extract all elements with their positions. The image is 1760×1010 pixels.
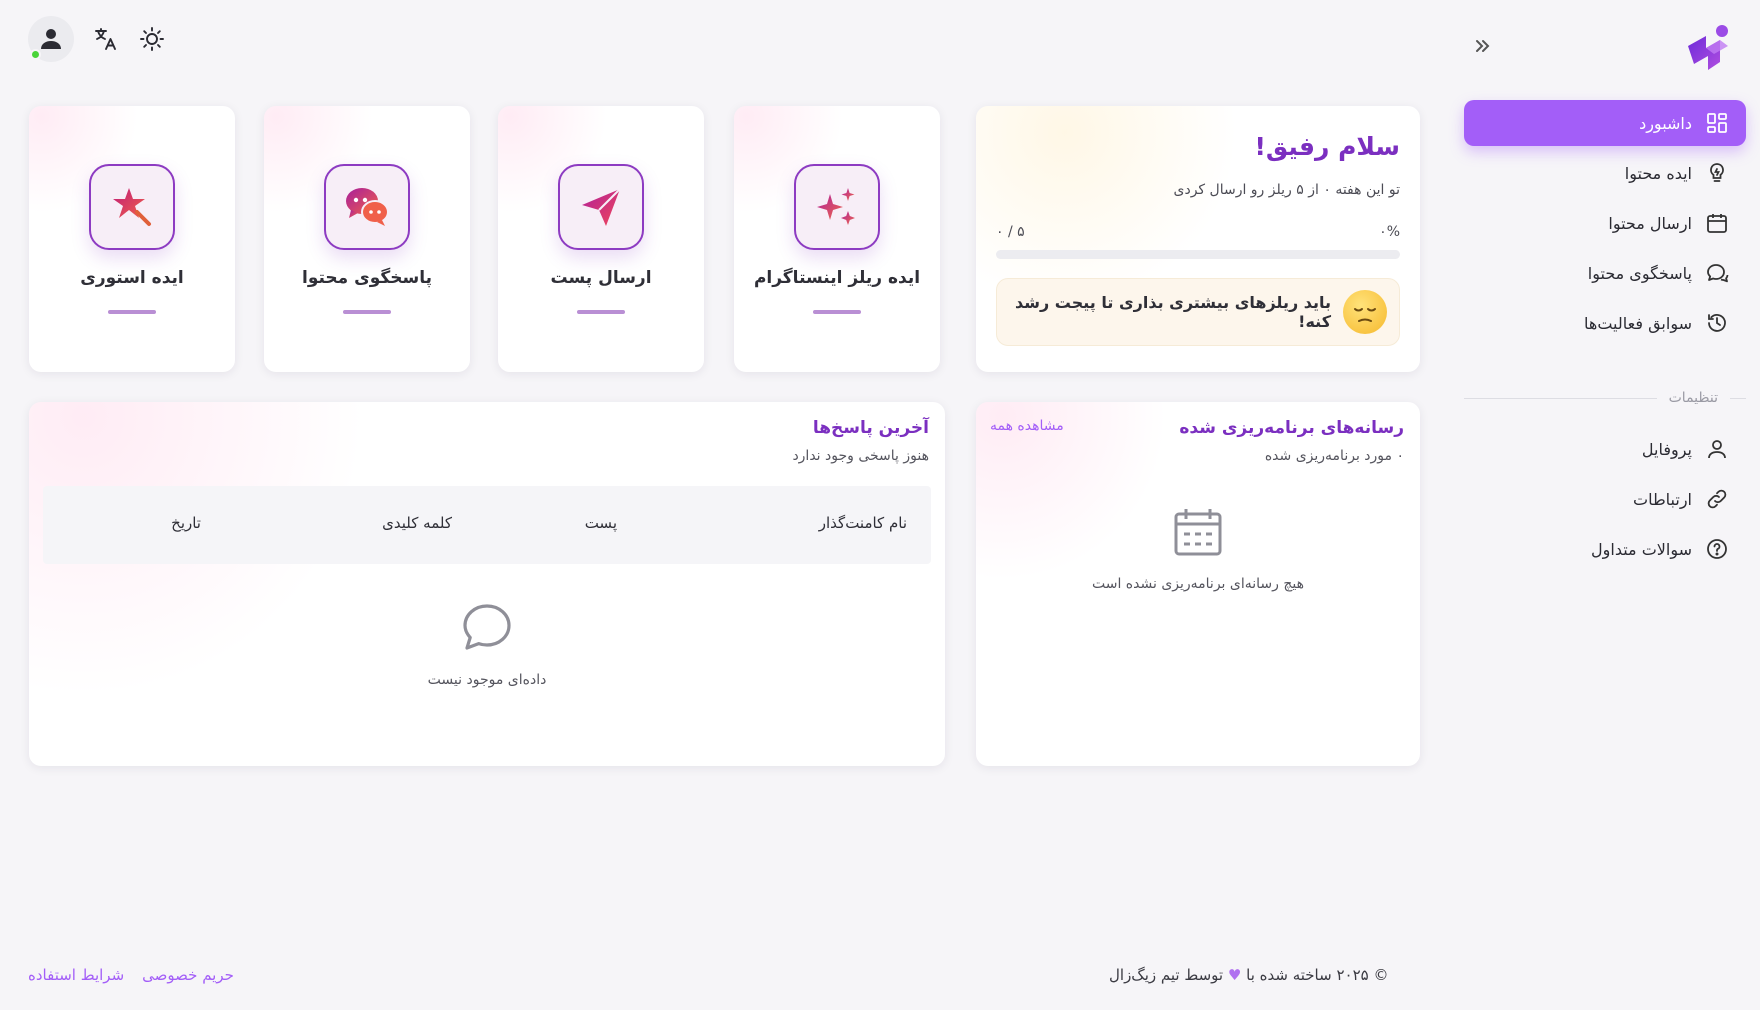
dashboard-grid-icon	[1704, 110, 1730, 136]
sidebar-item-label: پروفایل	[1641, 439, 1692, 459]
progress-percent: ۰%	[1379, 224, 1400, 240]
panel-subtitle: هنوز پاسخی وجود ندارد	[792, 448, 929, 464]
quick-action-story-idea[interactable]: ایده استوری	[29, 106, 235, 372]
settings-section-header: تنظیمات	[1464, 388, 1746, 408]
panel-subtitle: ۰ مورد برنامه‌ریزی شده	[1264, 448, 1404, 464]
greeting-subtitle: تو این هفته ۰ از ۵ ریلز رو ارسال کردی	[1173, 182, 1401, 198]
table-header: نام کامنت‌گذار پست کلمه کلیدی تاریخ	[43, 486, 931, 564]
column-header[interactable]: کلمه کلیدی	[382, 514, 452, 532]
calendar-icon	[1174, 509, 1222, 556]
sidebar-item-faq[interactable]: سوالات متداول	[1464, 526, 1746, 572]
sidebar-item-content-idea[interactable]: ایده محتوا	[1464, 150, 1746, 196]
sidebar-item-send-content[interactable]: ارسال محتوا	[1464, 200, 1746, 246]
quick-action-label: ایده ریلز اینستاگرام	[753, 268, 921, 288]
empty-state: داده‌ای موجود نیست	[29, 602, 945, 688]
user-icon	[1704, 436, 1730, 462]
weekly-progress-card: سلام رفیق! تو این هفته ۰ از ۵ ریلز رو ار…	[976, 106, 1420, 372]
progress-count: ۰ / ۵	[996, 224, 1025, 240]
sidebar-item-label: ارتباطات	[1633, 489, 1692, 509]
empty-message: هیچ رسانه‌ای برنامه‌ریزی نشده است	[1091, 576, 1305, 592]
main-nav: داشبورد ایده محتوا ارسال محتوا پاسخگوی م…	[1464, 100, 1746, 350]
divider	[1464, 397, 1657, 399]
link-icon	[1704, 486, 1730, 512]
quick-action-send-post[interactable]: ارسال پست	[498, 106, 704, 372]
terms-link[interactable]: شرایط استفاده	[28, 966, 124, 984]
sidebar-item-label: سوابق فعالیت‌ها	[1584, 313, 1692, 333]
help-circle-icon	[1704, 536, 1730, 562]
footer-links: حریم خصوصی شرایط استفاده	[28, 966, 234, 984]
copyright-team: توسط تیم زیگ‌زال	[1109, 966, 1224, 984]
lightbulb-icon	[1704, 160, 1730, 186]
online-status-dot	[30, 49, 41, 60]
section-label: تنظیمات	[1668, 390, 1718, 406]
quick-action-underline	[108, 310, 156, 314]
history-icon	[1704, 310, 1730, 336]
progress-labels: ۰% ۰ / ۵	[996, 224, 1400, 240]
empty-state: هیچ رسانه‌ای برنامه‌ریزی نشده است	[976, 506, 1420, 592]
sidebar-item-label: پاسخگوی محتوا	[1587, 263, 1692, 283]
user-avatar[interactable]	[28, 16, 74, 62]
column-header[interactable]: پست	[585, 514, 617, 532]
sidebar-item-label: ایده محتوا	[1624, 163, 1692, 183]
chat-bubbles-icon	[324, 164, 410, 250]
latest-responses-panel: آخرین پاسخ‌ها هنوز پاسخی وجود ندارد نام …	[29, 402, 945, 766]
progress-alert: باید ریلزهای بیشتری بذاری تا پیجت رشد کن…	[996, 278, 1400, 346]
greeting-title: سلام رفیق!	[1254, 132, 1401, 161]
sidebar-item-dashboard[interactable]: داشبورد	[1464, 100, 1746, 146]
settings-nav: پروفایل ارتباطات سوالات متداول	[1464, 426, 1746, 576]
quick-action-label: پاسخگوی محتوا	[302, 268, 432, 288]
empty-message: داده‌ای موجود نیست	[427, 672, 547, 688]
sidebar-item-label: ارسال محتوا	[1608, 213, 1692, 233]
quick-action-underline	[813, 310, 861, 314]
sidebar-item-connections[interactable]: ارتباطات	[1464, 476, 1746, 522]
calendar-icon	[1704, 210, 1730, 236]
column-header[interactable]: تاریخ	[171, 514, 201, 532]
scheduled-media-panel: رسانه‌های برنامه‌ریزی شده ۰ مورد برنامه‌…	[976, 402, 1420, 766]
sparkles-icon	[794, 164, 880, 250]
speech-bubble-icon	[463, 604, 511, 650]
quick-action-underline	[577, 310, 625, 314]
progress-bar	[996, 250, 1400, 259]
alert-text: باید ریلزهای بیشتری بذاری تا پیجت رشد کن…	[1015, 293, 1331, 331]
panel-title: رسانه‌های برنامه‌ریزی شده	[1179, 418, 1404, 438]
column-header[interactable]: نام کامنت‌گذار	[819, 514, 907, 532]
see-all-link[interactable]: مشاهده همه	[990, 418, 1064, 434]
copyright-text: © ۲۰۲۵ ساخته شده با	[1246, 966, 1389, 984]
sidebar-item-profile[interactable]: پروفایل	[1464, 426, 1746, 472]
sad-face-emoji-icon	[1343, 290, 1387, 334]
privacy-link[interactable]: حریم خصوصی	[142, 966, 234, 984]
quick-action-reels-idea[interactable]: ایده ریلز اینستاگرام	[734, 106, 940, 372]
quick-action-label: ایده استوری	[80, 268, 184, 288]
divider	[1730, 397, 1746, 399]
footer-copyright: © ۲۰۲۵ ساخته شده با ♥ توسط تیم زیگ‌زال	[1109, 966, 1388, 984]
sidebar-item-label: سوالات متداول	[1591, 539, 1692, 559]
panel-title: آخرین پاسخ‌ها	[812, 418, 929, 438]
quick-action-underline	[343, 310, 391, 314]
collapse-sidebar-button[interactable]	[1469, 32, 1497, 60]
person-icon	[41, 29, 61, 49]
sidebar-item-label: داشبورد	[1639, 113, 1692, 133]
sun-theme-icon[interactable]	[138, 25, 166, 53]
heart-icon: ♥	[1227, 966, 1242, 984]
chat-bubbles-icon	[1704, 260, 1730, 286]
star-wand-icon	[89, 164, 175, 250]
quick-action-label: ارسال پست	[550, 268, 652, 288]
app-logo[interactable]	[1684, 22, 1734, 74]
paper-plane-icon	[558, 164, 644, 250]
translate-icon[interactable]	[92, 25, 120, 53]
sidebar-item-content-responder[interactable]: پاسخگوی محتوا	[1464, 250, 1746, 296]
sidebar-item-activity-history[interactable]: سوابق فعالیت‌ها	[1464, 300, 1746, 346]
dashboard-page: داشبورد ایده محتوا ارسال محتوا پاسخگوی م…	[0, 0, 1760, 1010]
chevrons-double-icon	[1476, 40, 1490, 52]
top-toolbar	[28, 16, 166, 62]
quick-action-content-responder[interactable]: پاسخگوی محتوا	[264, 106, 470, 372]
sidebar: داشبورد ایده محتوا ارسال محتوا پاسخگوی م…	[1460, 0, 1760, 1010]
